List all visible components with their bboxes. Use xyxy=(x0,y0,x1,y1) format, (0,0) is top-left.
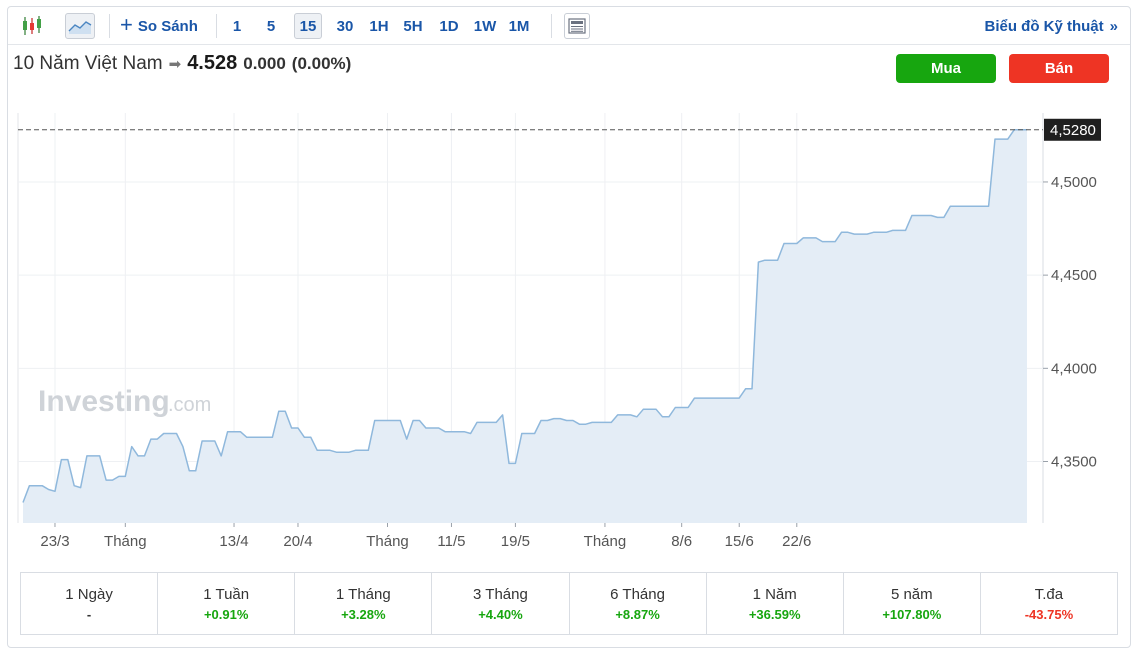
performance-value: +4.40% xyxy=(478,606,523,622)
performance-cell: 1 Tuần +0.91% xyxy=(158,573,296,634)
y-tick-label: 4,4500 xyxy=(1051,267,1097,284)
watermark-brand: Investing xyxy=(38,385,170,418)
current-price-label: 4,5280 xyxy=(1050,122,1096,139)
watermark-suffix: .com xyxy=(168,394,211,416)
performance-value: - xyxy=(86,606,92,622)
performance-cell: 5 năm +107.80% xyxy=(844,573,981,634)
performance-value: +36.59% xyxy=(748,606,801,622)
x-tick-label: 19/5 xyxy=(501,533,530,550)
performance-period: 1 Năm xyxy=(752,585,797,603)
x-tick-label: Tháng xyxy=(366,533,409,550)
performance-value: -43.75% xyxy=(1024,606,1074,622)
performance-cell: 1 Ngày - xyxy=(21,573,159,634)
x-tick-label: 15/6 xyxy=(725,533,754,550)
performance-table: 1 Ngày - 1 Tuần +0.91% 1 Tháng +3.28% 3 Tháng +… xyxy=(20,572,1118,635)
y-tick-label: 4,4000 xyxy=(1051,360,1097,377)
performance-cell: 1 Năm +36.59% xyxy=(707,573,844,634)
performance-cell: 1 Tháng +3.28% xyxy=(295,573,433,634)
x-tick-label: 22/6 xyxy=(782,533,811,550)
x-tick-label: Tháng xyxy=(104,533,147,550)
performance-period: 3 Tháng xyxy=(473,585,528,603)
performance-cell: 6 Tháng +8.87% xyxy=(570,573,707,634)
performance-period: 6 Tháng xyxy=(610,585,665,603)
x-tick-label: 13/4 xyxy=(219,533,248,550)
performance-period: 5 năm xyxy=(890,585,933,603)
price-chart[interactable]: Investing .com 23/3 Tháng 13/4 20/4 Tháng 11/… xyxy=(0,0,1137,653)
x-tick-label: 20/4 xyxy=(283,533,312,550)
y-tick-label: 4,5000 xyxy=(1051,174,1097,191)
performance-value: +8.87% xyxy=(615,606,660,622)
performance-period: 1 Tháng xyxy=(335,585,391,603)
performance-value: +107.80% xyxy=(882,606,942,622)
performance-cell: 3 Tháng +4.40% xyxy=(432,573,570,634)
x-tick-label: Tháng xyxy=(584,533,627,550)
performance-value: +0.91% xyxy=(203,606,249,622)
performance-period: 1 Tuần xyxy=(203,585,250,603)
x-tick-label: 11/5 xyxy=(437,533,465,550)
performance-period: T.đa xyxy=(1034,585,1064,603)
performance-cell: T.đa -43.75% xyxy=(981,573,1117,634)
x-tick-label: 8/6 xyxy=(671,533,692,550)
performance-period: 1 Ngày xyxy=(65,585,113,603)
performance-value: +3.28% xyxy=(341,606,386,622)
x-tick-label: 23/3 xyxy=(40,533,69,550)
y-tick-label: 4,3500 xyxy=(1051,454,1097,471)
price-area xyxy=(23,129,1027,524)
